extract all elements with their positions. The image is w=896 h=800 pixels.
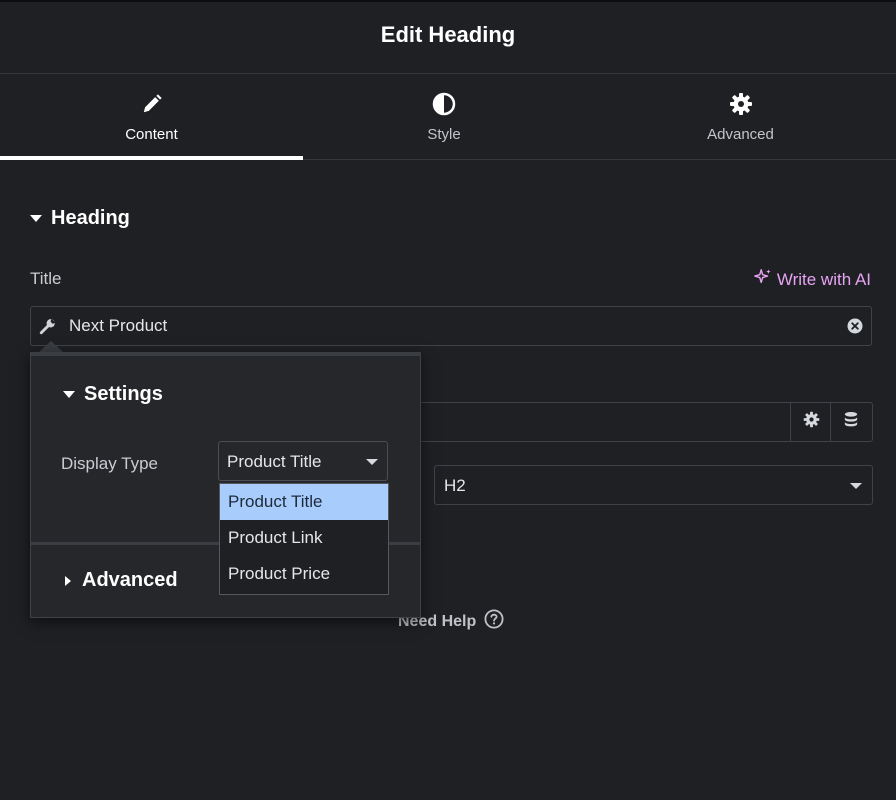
wrench-icon[interactable] xyxy=(39,317,57,340)
display-type-value: Product Title xyxy=(227,452,322,471)
option-product-title[interactable]: Product Title xyxy=(220,484,388,520)
panel-tabs: Content Style Advanced xyxy=(0,74,896,160)
display-type-dropdown: Product Title Product Link Product Price xyxy=(219,483,389,595)
pencil-icon xyxy=(0,91,303,117)
caret-down-icon xyxy=(63,391,75,398)
write-with-ai-label: Write with AI xyxy=(776,269,871,289)
option-product-price[interactable]: Product Price xyxy=(220,556,388,592)
tab-advanced[interactable]: Advanced xyxy=(585,74,896,159)
chevron-down-icon xyxy=(850,483,862,489)
caret-right-icon xyxy=(65,575,71,586)
html-tag-select[interactable]: H2 xyxy=(434,465,873,505)
tab-content-label: Content xyxy=(125,126,178,143)
advanced-title: Advanced xyxy=(82,569,178,591)
tab-advanced-label: Advanced xyxy=(707,126,774,143)
panel-title: Edit Heading xyxy=(380,22,516,47)
write-with-ai-link[interactable]: Write with AI xyxy=(754,268,871,291)
dynamic-tags-button[interactable] xyxy=(830,403,871,441)
heading-section-title: Heading xyxy=(51,206,130,229)
panel-header: Edit Heading xyxy=(0,2,896,74)
tab-content[interactable]: Content xyxy=(0,74,303,160)
tab-style-label: Style xyxy=(427,126,461,143)
caret-down-icon xyxy=(30,214,42,222)
title-label: Title xyxy=(30,269,62,288)
link-input[interactable] xyxy=(400,402,873,442)
option-product-link[interactable]: Product Link xyxy=(220,520,388,556)
settings-title: Settings xyxy=(84,383,163,405)
html-tag-value: H2 xyxy=(444,476,466,495)
gear-icon xyxy=(585,91,896,117)
title-input-value: Next Product xyxy=(69,316,168,335)
heading-section-toggle[interactable]: Heading xyxy=(30,205,130,231)
database-icon xyxy=(843,411,859,433)
display-type-select[interactable]: Product Title xyxy=(218,441,388,481)
settings-section-toggle[interactable]: Settings xyxy=(63,383,163,406)
gear-icon xyxy=(803,411,820,433)
chevron-down-icon xyxy=(366,459,378,465)
link-settings-button[interactable] xyxy=(790,403,831,441)
tab-style[interactable]: Style xyxy=(303,74,585,159)
display-type-label: Display Type xyxy=(61,454,159,473)
popover-arrow xyxy=(39,341,63,352)
clear-icon[interactable] xyxy=(847,318,863,339)
sparkle-icon xyxy=(754,268,772,291)
advanced-section-toggle[interactable]: Advanced xyxy=(65,569,178,592)
question-circle-icon xyxy=(484,609,504,634)
title-input[interactable]: Next Product xyxy=(30,306,872,346)
half-circle-icon xyxy=(303,91,585,117)
